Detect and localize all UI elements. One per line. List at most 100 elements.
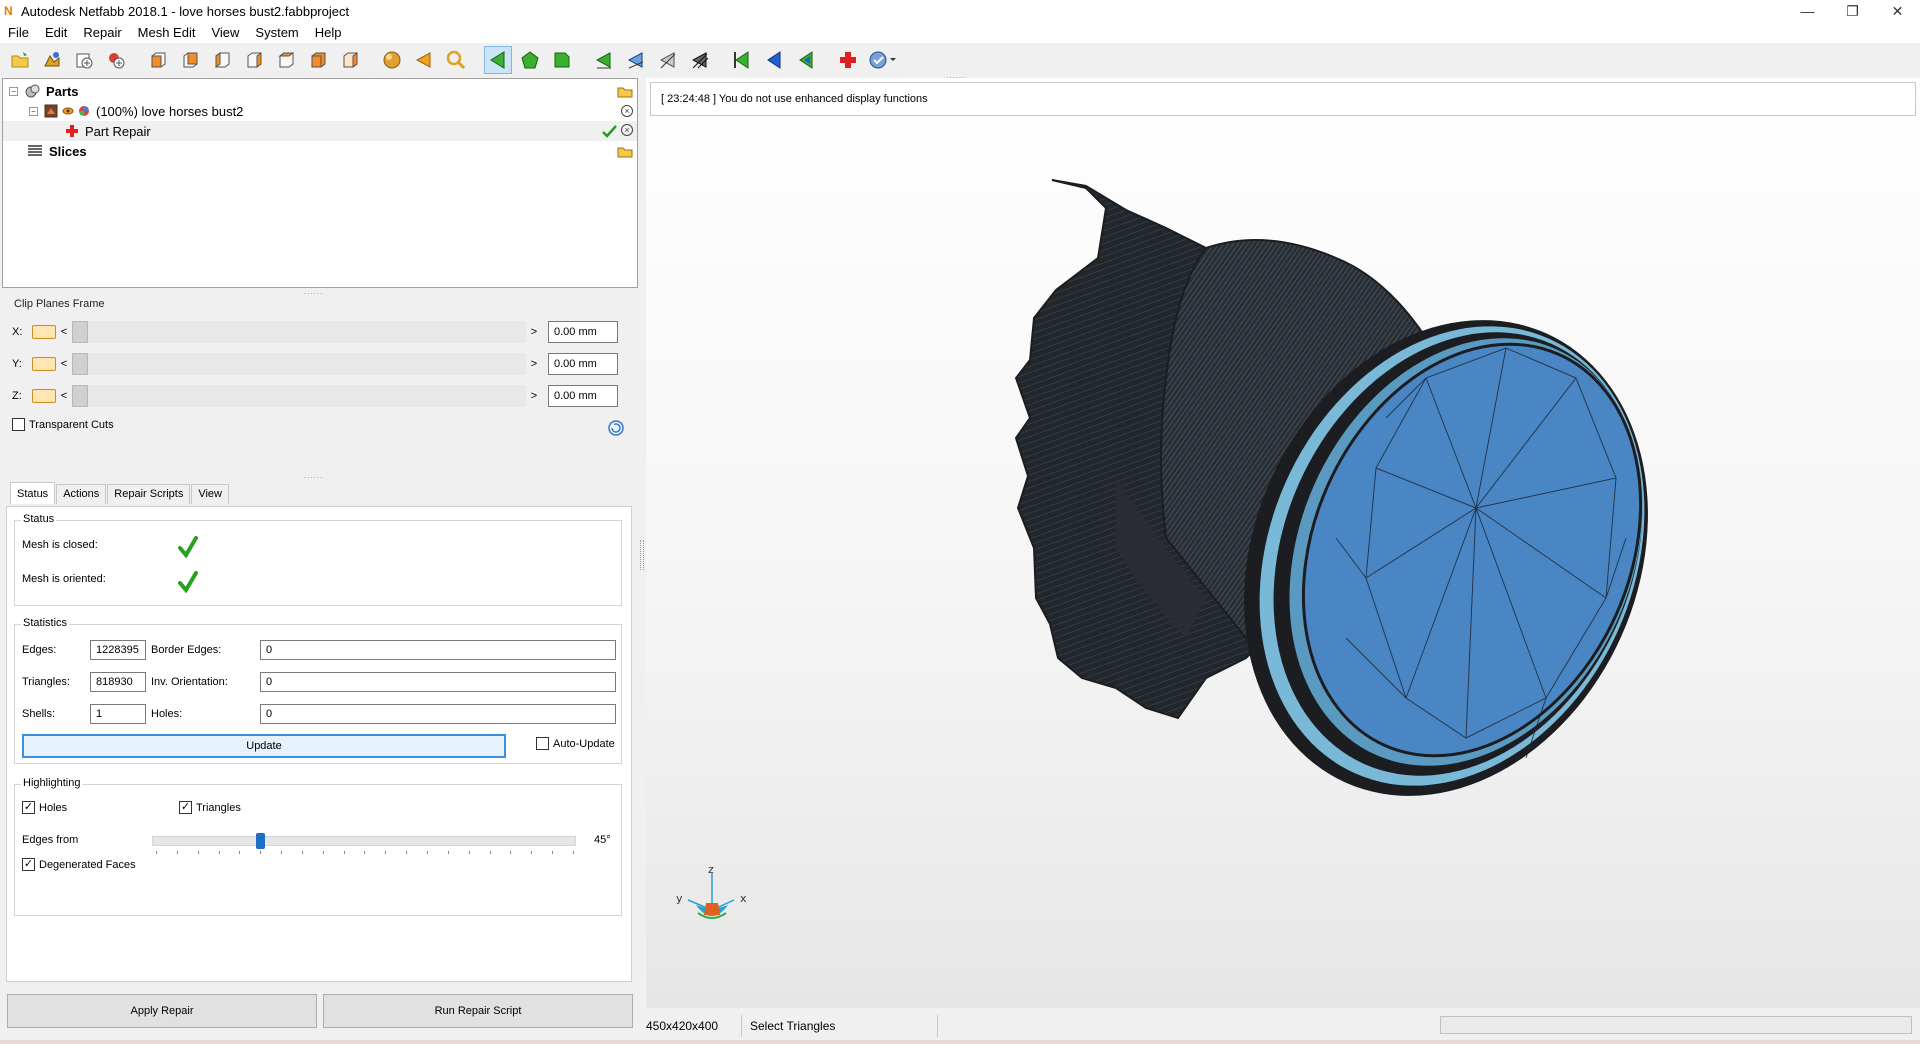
clip-right-arrow[interactable]: > — [526, 390, 542, 402]
clip-left-arrow[interactable]: < — [56, 390, 72, 402]
select-plane-icon[interactable] — [622, 46, 650, 74]
holes-value: 0 — [260, 704, 616, 724]
status-group-title: Status — [21, 513, 57, 525]
clip-slider-y[interactable] — [72, 353, 526, 375]
holes-highlight-row: ✓ Holes — [22, 801, 67, 814]
eye-icon[interactable] — [62, 105, 74, 117]
run-repair-script-button[interactable]: Run Repair Script — [323, 994, 633, 1028]
zoom-icon[interactable] — [442, 46, 470, 74]
clip-value-x[interactable]: 0.00 mm — [548, 321, 618, 343]
open-folder-icon[interactable] — [6, 46, 34, 74]
clip-value-y[interactable]: 0.00 mm — [548, 353, 618, 375]
menu-bar: File Edit Repair Mesh Edit View System H… — [0, 22, 1920, 43]
menu-repair[interactable]: Repair — [75, 25, 129, 40]
view-back-icon[interactable] — [176, 46, 204, 74]
clip-axis-label: Y: — [12, 358, 22, 370]
clip-row-y: Y: < > 0.00 mm — [12, 352, 632, 376]
select-shell-icon[interactable] — [548, 46, 576, 74]
tree-item-part-repair[interactable]: Part Repair × — [3, 121, 637, 141]
slider-thumb[interactable] — [72, 353, 88, 375]
horizontal-splitter[interactable]: ...... — [304, 288, 334, 296]
status-dimensions: 450x420x400 — [646, 1015, 742, 1037]
menu-mesh-edit[interactable]: Mesh Edit — [130, 25, 204, 40]
menu-help[interactable]: Help — [307, 25, 350, 40]
select-triangles-icon[interactable] — [484, 46, 512, 74]
menu-view[interactable]: View — [203, 25, 247, 40]
view-left-icon[interactable] — [208, 46, 236, 74]
clip-right-arrow[interactable]: > — [526, 358, 542, 370]
collapse-toggle[interactable]: − — [9, 86, 18, 96]
tab-repair-scripts[interactable]: Repair Scripts — [107, 484, 191, 504]
add-file-icon[interactable] — [102, 46, 130, 74]
lasso-icon[interactable] — [654, 46, 682, 74]
folder-open-icon[interactable] — [617, 84, 633, 98]
view-right-icon[interactable] — [240, 46, 268, 74]
slider-ticks — [156, 851, 574, 855]
nav-green-icon[interactable] — [728, 46, 756, 74]
clip-left-arrow[interactable]: < — [56, 358, 72, 370]
nav-mixed-icon[interactable] — [792, 46, 820, 74]
add-project-icon[interactable] — [70, 46, 98, 74]
sphere-icon[interactable] — [378, 46, 406, 74]
auto-update-checkbox[interactable] — [536, 737, 549, 750]
tab-status[interactable]: Status — [10, 482, 56, 504]
tree-item-slices[interactable]: Slices — [3, 141, 637, 161]
view-top-icon[interactable] — [272, 46, 300, 74]
clip-slider-z[interactable] — [72, 385, 526, 407]
help-dropdown-icon[interactable] — [866, 46, 900, 74]
clip-slider-x[interactable] — [72, 321, 526, 343]
update-button[interactable]: Update — [22, 734, 506, 758]
vertical-splitter[interactable] — [640, 540, 644, 570]
view-iso-icon[interactable] — [336, 46, 364, 74]
tab-view[interactable]: View — [191, 484, 229, 504]
slider-thumb[interactable] — [72, 321, 88, 343]
clip-value-z[interactable]: 0.00 mm — [548, 385, 618, 407]
clip-toggle-y[interactable] — [32, 357, 56, 371]
menu-system[interactable]: System — [247, 25, 306, 40]
part-name: (100%) love horses bust2 — [96, 103, 244, 119]
edges-from-slider[interactable] — [152, 833, 576, 849]
statistics-title: Statistics — [21, 617, 70, 629]
tab-actions[interactable]: Actions — [56, 484, 107, 504]
menu-file[interactable]: File — [0, 25, 37, 40]
mesh-model[interactable] — [646, 78, 1920, 1008]
slider-tick — [218, 851, 220, 854]
menu-edit[interactable]: Edit — [37, 25, 75, 40]
tree-item-parts[interactable]: − Parts — [3, 81, 637, 101]
color-icon[interactable] — [78, 105, 90, 117]
apply-repair-button[interactable]: Apply Repair — [7, 994, 317, 1028]
select-surface-icon[interactable] — [516, 46, 544, 74]
remove-part-icon[interactable]: × — [621, 105, 633, 117]
repair-cross-icon[interactable] — [834, 46, 862, 74]
horizontal-splitter[interactable]: ...... — [304, 472, 334, 480]
minimize-button[interactable]: — — [1785, 0, 1830, 22]
taskbar-edge — [0, 1040, 1920, 1044]
view-bottom-icon[interactable] — [304, 46, 332, 74]
folder-open-icon[interactable] — [617, 144, 633, 158]
view-front-icon[interactable] — [144, 46, 172, 74]
select-edge-icon[interactable] — [590, 46, 618, 74]
triangle-arrow-icon[interactable] — [410, 46, 438, 74]
lasso-dark-icon[interactable] — [686, 46, 714, 74]
close-button[interactable]: ✕ — [1875, 0, 1920, 22]
reset-icon[interactable] — [607, 419, 625, 437]
clip-left-arrow[interactable]: < — [56, 326, 72, 338]
border-edges-label: Border Edges: — [151, 644, 222, 656]
clip-right-arrow[interactable]: > — [526, 326, 542, 338]
maximize-button[interactable]: ❐ — [1830, 0, 1875, 22]
transparent-cuts-checkbox[interactable] — [12, 418, 25, 431]
close-repair-icon[interactable]: × — [621, 124, 633, 136]
degenerated-faces-checkbox[interactable]: ✓ — [22, 858, 35, 871]
collapse-toggle[interactable]: − — [29, 106, 38, 116]
clip-toggle-x[interactable] — [32, 325, 56, 339]
triangles-checkbox[interactable]: ✓ — [179, 801, 192, 814]
holes-checkbox[interactable]: ✓ — [22, 801, 35, 814]
add-part-icon[interactable] — [38, 46, 66, 74]
nav-blue-icon[interactable] — [760, 46, 788, 74]
tree-item-part[interactable]: − (100%) love horses bust2 × — [3, 101, 637, 121]
axis-x-label: x — [740, 892, 747, 905]
apply-check-icon[interactable] — [601, 124, 617, 138]
slider-thumb[interactable] — [72, 385, 88, 407]
clip-toggle-z[interactable] — [32, 389, 56, 403]
edges-from-thumb[interactable] — [256, 833, 266, 849]
